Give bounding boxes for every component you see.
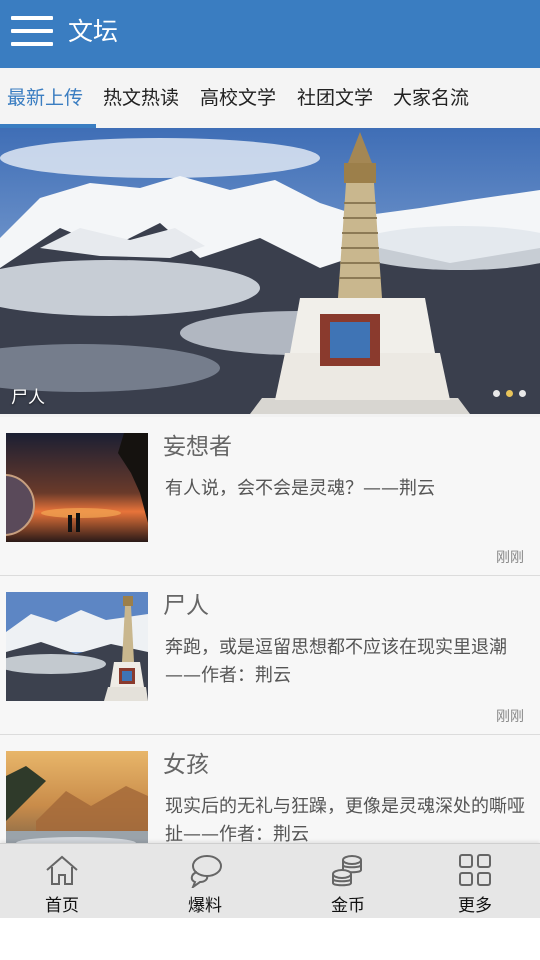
tab-latest[interactable]: 最新上传	[7, 84, 83, 112]
category-tabs: 最新上传 热文热读 高校文学 社团文学 大家名流	[0, 68, 540, 129]
nav-more-label: 更多	[458, 896, 492, 916]
app-header: 文坛	[0, 0, 540, 68]
article-item[interactable]: 尸人 奔跑，或是逗留思想都不应该在现实里退潮——作者：荆云 刚刚	[0, 576, 540, 735]
home-icon	[46, 855, 78, 885]
tab-club[interactable]: 社团文学	[297, 84, 373, 112]
banner-caption: 尸人	[11, 388, 45, 408]
article-timestamp: 刚刚	[496, 550, 524, 566]
article-summary: 有人说，会不会是灵魂？——荆云	[165, 478, 435, 499]
nav-news[interactable]: 爆料	[150, 844, 260, 918]
article-thumbnail	[6, 433, 148, 542]
nav-home[interactable]: 首页	[7, 844, 117, 918]
article-title: 妄想者	[163, 434, 232, 460]
article-title: 女孩	[163, 752, 209, 778]
hamburger-menu-icon[interactable]	[11, 14, 53, 48]
grid-icon	[459, 854, 491, 886]
carousel-indicators	[487, 382, 526, 401]
tab-hot[interactable]: 热文热读	[103, 84, 179, 112]
carousel-dot[interactable]	[493, 390, 500, 397]
article-summary: 现实后的无礼与狂躁，更像是灵魂深处的嘶哑扯——作者：荆云	[165, 796, 525, 845]
article-summary: 奔跑，或是逗留思想都不应该在现实里退潮——作者：荆云	[165, 637, 507, 686]
article-timestamp: 刚刚	[496, 709, 524, 725]
article-thumbnail	[6, 592, 148, 701]
article-title: 尸人	[163, 593, 209, 619]
article-item[interactable]: 妄想者 有人说，会不会是灵魂？——荆云 刚刚	[0, 417, 540, 576]
coins-icon	[332, 855, 362, 887]
carousel-dot-active[interactable]	[506, 390, 513, 397]
banner-image	[0, 128, 540, 414]
nav-coins[interactable]: 金币	[293, 844, 403, 918]
nav-news-label: 爆料	[188, 896, 222, 916]
banner-carousel[interactable]: 尸人	[0, 128, 540, 414]
nav-coins-label: 金币	[331, 896, 365, 916]
chat-bubble-icon	[190, 855, 222, 888]
nav-home-label: 首页	[45, 896, 79, 916]
bottom-navigation: 首页 爆料 金币 更多	[0, 843, 540, 918]
nav-more[interactable]: 更多	[420, 844, 530, 918]
tab-masters[interactable]: 大家名流	[393, 84, 469, 112]
page-title: 文坛	[68, 17, 119, 46]
app-screen: 文坛 最新上传 热文热读 高校文学 社团文学 大家名流 尸人 妄想者 有人说，会…	[0, 0, 540, 918]
carousel-dot[interactable]	[519, 390, 526, 397]
tab-college[interactable]: 高校文学	[200, 84, 276, 112]
